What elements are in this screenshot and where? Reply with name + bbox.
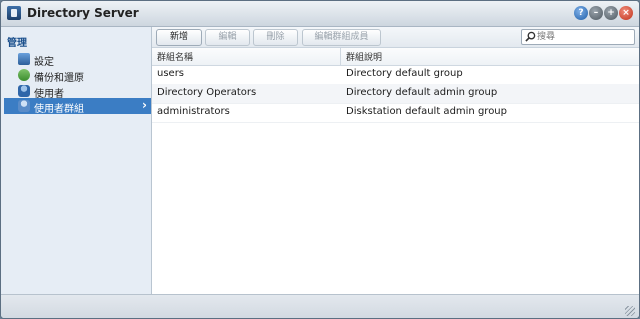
table-header: 群組名稱 群組說明 bbox=[152, 48, 639, 66]
group-name-cell: administrators bbox=[157, 106, 230, 117]
group-description-cell: Diskstation default admin group bbox=[346, 106, 507, 117]
sidebar-item-settings[interactable]: 設定 bbox=[4, 51, 151, 68]
app-icon bbox=[7, 6, 21, 20]
table-row[interactable]: administrators Diskstation default admin… bbox=[152, 103, 639, 123]
sidebar-item-label: 設定 bbox=[34, 57, 54, 68]
chevron-right-icon: › bbox=[142, 98, 147, 112]
delete-button[interactable]: 刪除 bbox=[253, 29, 298, 46]
table-row[interactable]: users Directory default group bbox=[152, 65, 639, 85]
help-icon[interactable]: ? bbox=[574, 6, 588, 20]
group-icon bbox=[18, 100, 30, 112]
settings-icon bbox=[18, 53, 30, 65]
group-name-cell: Directory Operators bbox=[157, 87, 257, 98]
sidebar: 管理 設定 備份和還原 使用者 使用者群組 › bbox=[1, 27, 152, 294]
search-placeholder: 搜尋 bbox=[537, 32, 556, 42]
group-description-cell: Directory default admin group bbox=[346, 87, 498, 98]
main-panel: 新增 編輯 刪除 編輯群組成員 搜尋 群組名稱 群組說明 users Direc… bbox=[152, 27, 639, 294]
sidebar-item-label: 備份和還原 bbox=[34, 73, 84, 84]
sidebar-item-user-groups[interactable]: 使用者群組 › bbox=[4, 98, 151, 115]
search-icon bbox=[525, 31, 536, 42]
window-title: Directory Server bbox=[27, 6, 139, 20]
group-name-cell: users bbox=[157, 68, 185, 79]
group-description-cell: Directory default group bbox=[346, 68, 463, 79]
column-header-group-description[interactable]: 群組說明 bbox=[346, 50, 382, 63]
user-icon bbox=[18, 85, 30, 97]
minimize-icon[interactable]: – bbox=[589, 6, 603, 20]
sidebar-item-backup-restore[interactable]: 備份和還原 bbox=[4, 67, 151, 84]
edit-button[interactable]: 編輯 bbox=[205, 29, 250, 46]
toolbar: 新增 編輯 刪除 編輯群組成員 搜尋 bbox=[152, 27, 639, 48]
sidebar-item-users[interactable]: 使用者 bbox=[4, 83, 151, 100]
close-icon[interactable]: × bbox=[619, 6, 633, 20]
status-bar bbox=[1, 294, 639, 318]
edit-members-button[interactable]: 編輯群組成員 bbox=[302, 29, 381, 46]
sidebar-item-label: 使用者群組 bbox=[34, 104, 84, 115]
new-button[interactable]: 新增 bbox=[156, 29, 202, 46]
title-bar[interactable]: Directory Server ? – + × bbox=[1, 1, 639, 27]
backup-icon bbox=[18, 69, 30, 81]
column-header-group-name[interactable]: 群組名稱 bbox=[157, 50, 193, 63]
search-input[interactable]: 搜尋 bbox=[521, 29, 635, 45]
maximize-icon[interactable]: + bbox=[604, 6, 618, 20]
sidebar-header: 管理 bbox=[7, 38, 27, 49]
column-divider[interactable] bbox=[340, 48, 341, 65]
resize-grip-icon[interactable] bbox=[625, 306, 635, 316]
table-row[interactable]: Directory Operators Directory default ad… bbox=[152, 84, 639, 104]
directory-server-window: Directory Server ? – + × 管理 設定 備份和還原 使用者… bbox=[0, 0, 640, 319]
